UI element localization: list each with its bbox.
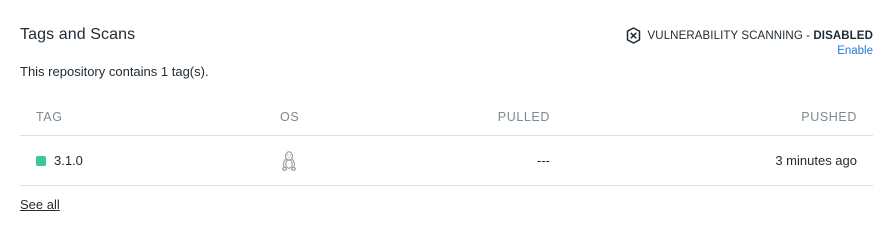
vulnerability-scanning-status: VULNERABILITY SCANNING - DISABLED xyxy=(626,27,873,44)
column-header-tag: TAG xyxy=(36,109,63,124)
see-all-link[interactable]: See all xyxy=(20,197,60,212)
column-header-pushed: PUSHED xyxy=(801,109,857,124)
tags-table: TAG OS PULLED PUSHED 3.1.0 --- 3 minutes… xyxy=(20,98,873,186)
vulnerability-scanning-state: DISABLED xyxy=(813,29,873,42)
pushed-cell: 3 minutes ago xyxy=(775,153,857,168)
pulled-cell: --- xyxy=(537,153,550,168)
tag-name-link[interactable]: 3.1.0 xyxy=(54,153,83,168)
os-cell xyxy=(280,150,480,172)
column-header-pulled: PULLED xyxy=(497,109,550,124)
table-row: 3.1.0 --- 3 minutes ago xyxy=(20,136,873,186)
section-title: Tags and Scans xyxy=(20,26,136,43)
shield-x-icon xyxy=(626,27,642,44)
vulnerability-scanning-label: VULNERABILITY SCANNING - xyxy=(647,29,814,42)
status-dot-icon xyxy=(36,155,46,166)
column-header-os: OS xyxy=(280,109,300,124)
tag-count-text: This repository contains 1 tag(s). xyxy=(20,64,209,79)
tag-cell: 3.1.0 xyxy=(20,153,280,168)
tags-and-scans-card: Tags and Scans This repository contains … xyxy=(0,0,892,252)
table-header: TAG OS PULLED PUSHED xyxy=(20,98,873,136)
enable-scanning-link[interactable]: Enable xyxy=(837,45,873,57)
linux-icon xyxy=(280,150,298,172)
